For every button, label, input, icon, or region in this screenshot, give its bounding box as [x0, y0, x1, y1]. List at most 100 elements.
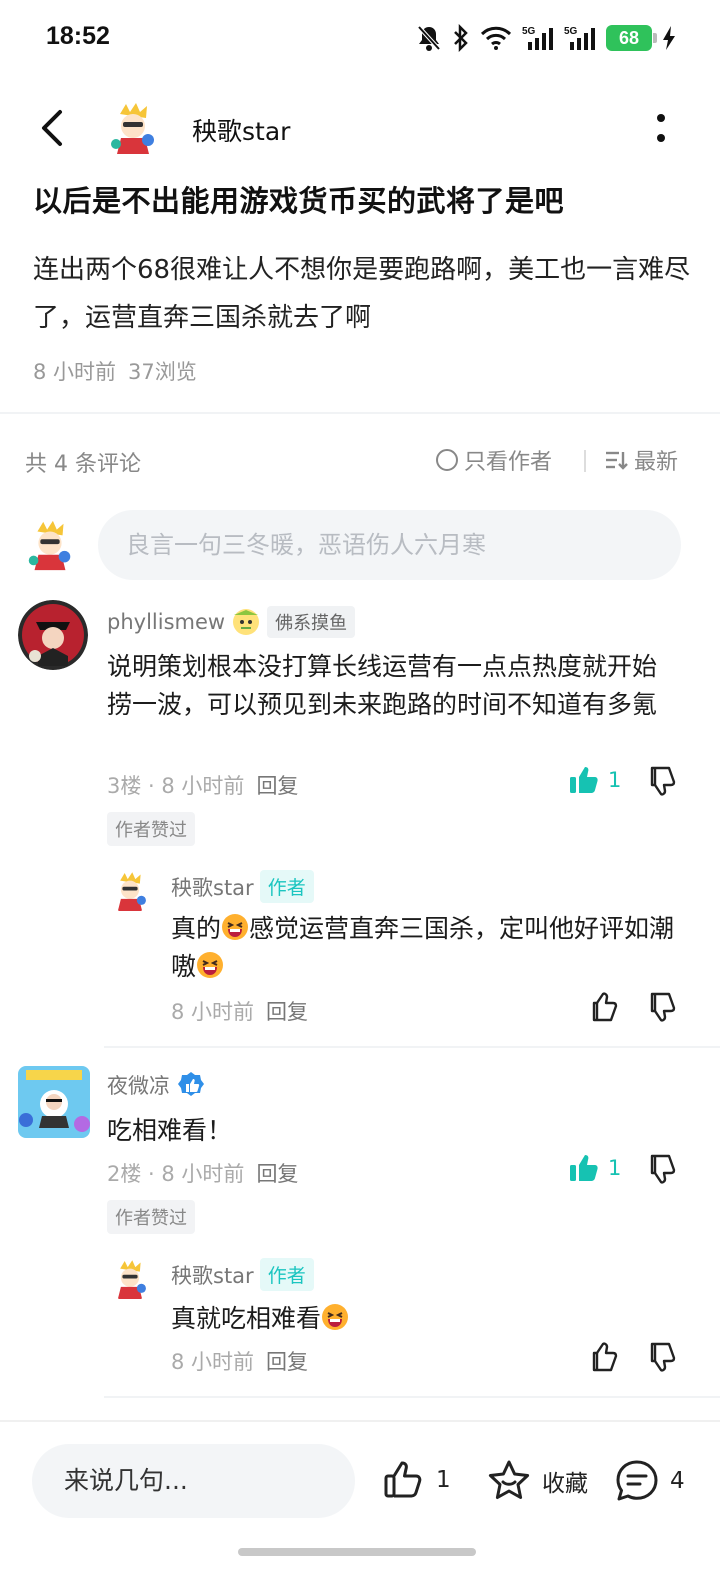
commenter-name[interactable]: phyllismew — [107, 610, 225, 634]
reply-text: 真就吃相难看 — [171, 1300, 681, 1338]
like-button[interactable]: 1 — [568, 1152, 621, 1184]
thumbs-up-outline-icon — [384, 1461, 422, 1498]
reply-avatar[interactable] — [108, 1258, 152, 1302]
charging-icon — [663, 26, 675, 50]
comments-toolbar: 共 4 条评论 只看作者 最新 — [0, 440, 720, 480]
back-arrow-icon[interactable] — [34, 106, 74, 150]
badge-avatar-icon — [233, 609, 260, 635]
comment-input-row — [0, 508, 720, 584]
comment-bubble-icon — [616, 1460, 658, 1501]
author-tag: 作者 — [259, 1258, 314, 1291]
like-count: 1 — [608, 768, 622, 792]
post-title: 以后是不出能用游戏货币买的武将了是吧 — [33, 184, 565, 218]
mute-bell-icon — [417, 25, 441, 51]
sort-button[interactable]: 最新 — [604, 444, 678, 476]
sort-label: 最新 — [634, 450, 679, 475]
bottom-action-bar: 来说几句... 1 收藏 4 — [0, 1420, 720, 1584]
grinning-emoji-icon — [222, 914, 249, 940]
thumbs-down-icon[interactable] — [646, 764, 680, 798]
thumbs-up-outline-icon[interactable] — [588, 1340, 622, 1374]
status-icons: 5G 5G 68 — [416, 24, 676, 52]
reply-meta: 8 小时前 回复 — [171, 1346, 308, 1376]
post-time: 8 小时前 — [33, 360, 117, 384]
svg-text:5G: 5G — [564, 26, 578, 37]
thumbs-down-icon[interactable] — [646, 1340, 680, 1374]
comment-divider — [104, 1396, 720, 1398]
user-title-tag: 佛系摸鱼 — [267, 606, 356, 638]
toolbar-separator — [584, 450, 586, 472]
sort-icon — [606, 451, 628, 470]
commenter-avatar[interactable] — [18, 600, 88, 670]
author-tag: 作者 — [259, 870, 314, 903]
wifi-icon — [480, 26, 512, 50]
section-divider — [0, 412, 720, 414]
comment-count: 共 4 条评论 — [25, 452, 141, 477]
comment-input[interactable] — [98, 510, 681, 580]
reply-name-row: 秧歌star 作者 — [171, 870, 314, 903]
commenter-name[interactable]: 夜微凉 — [107, 1070, 170, 1100]
comment-floor-time: 2楼 · 8 小时前 — [107, 1162, 245, 1186]
status-bar: 18:52 5G 5G 68 — [0, 0, 720, 80]
reply-text: 真的 感觉运营直奔三国杀，定叫他好评如潮嗷 — [171, 910, 681, 986]
grinning-emoji-icon — [322, 1304, 349, 1330]
reply-button[interactable]: 回复 — [256, 774, 298, 798]
thumbs-up-filled-icon — [570, 1155, 598, 1181]
star-icon — [488, 1460, 530, 1499]
comment-divider — [104, 1046, 720, 1048]
radio-circle-icon — [436, 449, 458, 471]
bottom-like-count: 1 — [436, 1467, 451, 1493]
author-avatar[interactable] — [104, 100, 162, 158]
reply-meta: 8 小时前 回复 — [171, 996, 308, 1026]
reply-time: 8 小时前 — [171, 1000, 255, 1024]
comment-meta: 2楼 · 8 小时前 回复 — [107, 1158, 298, 1188]
my-avatar — [28, 520, 71, 571]
post-body: 连出两个68很难让人不想你是要跑路啊，美工也一言难尽了，运营直奔三国杀就去了啊 — [33, 255, 691, 333]
reply-button[interactable]: 回复 — [266, 1000, 308, 1024]
favorite-button[interactable]: 收藏 — [486, 1458, 588, 1504]
more-options-icon[interactable] — [646, 108, 676, 148]
reply-author-name[interactable]: 秧歌star — [171, 1260, 254, 1290]
commenter-avatar[interactable] — [16, 1064, 92, 1140]
author-only-toggle[interactable]: 只看作者 — [436, 444, 552, 476]
signal-5g-icon: 5G — [522, 26, 553, 50]
author-only-label: 只看作者 — [464, 450, 553, 475]
comment-meta: 3楼 · 8 小时前 回复 — [107, 770, 298, 800]
reply-text-part: 真的 — [171, 914, 222, 943]
commenter-name-row: phyllismew 佛系摸鱼 — [107, 606, 356, 638]
bottom-comment-input[interactable]: 来说几句... — [32, 1444, 355, 1518]
author-liked-tag: 作者赞过 — [107, 1200, 195, 1234]
battery-indicator: 68 — [606, 25, 657, 51]
bottom-comment-button[interactable]: 4 — [614, 1458, 685, 1504]
commenter-name-row: 夜微凉 — [107, 1070, 206, 1100]
favorite-label: 收藏 — [542, 1471, 588, 1497]
svg-text:5G: 5G — [522, 26, 536, 37]
author-name[interactable]: 秧歌star — [192, 112, 290, 148]
reply-time: 8 小时前 — [171, 1350, 255, 1374]
comment-floor-time: 3楼 · 8 小时前 — [107, 774, 245, 798]
status-time: 18:52 — [46, 22, 110, 50]
comment-text: 说明策划根本没打算长线运营有一点点热度就开始捞一波，可以预见到未来跑路的时间不知… — [107, 652, 658, 719]
bottom-comment-count: 4 — [670, 1468, 685, 1494]
reply-author-name[interactable]: 秧歌star — [171, 872, 254, 902]
bluetooth-icon — [454, 24, 468, 52]
thumbs-down-icon[interactable] — [646, 990, 680, 1024]
signal-5g-icon-2: 5G — [564, 26, 595, 50]
reply-text-part: 真就吃相难看 — [171, 1304, 322, 1333]
verified-badge-icon — [178, 1072, 204, 1096]
home-indicator[interactable] — [238, 1548, 476, 1556]
comment-text: 吃相难看！ — [107, 1116, 233, 1145]
post-meta: 8 小时前 37浏览 — [33, 356, 197, 386]
post-views: 37浏览 — [128, 360, 197, 384]
like-button[interactable]: 1 — [568, 764, 621, 796]
author-liked-tag: 作者赞过 — [107, 812, 195, 846]
post-header: 秧歌star — [0, 92, 720, 164]
reply-button[interactable]: 回复 — [266, 1350, 308, 1374]
thumbs-up-outline-icon[interactable] — [588, 990, 622, 1024]
reply-button[interactable]: 回复 — [256, 1162, 298, 1186]
reply-avatar[interactable] — [108, 870, 152, 914]
like-count: 1 — [608, 1156, 622, 1180]
thumbs-up-filled-icon — [570, 767, 598, 793]
bottom-like-button[interactable]: 1 — [382, 1458, 451, 1502]
thumbs-down-icon[interactable] — [646, 1152, 680, 1186]
reply-name-row: 秧歌star 作者 — [171, 1258, 314, 1291]
